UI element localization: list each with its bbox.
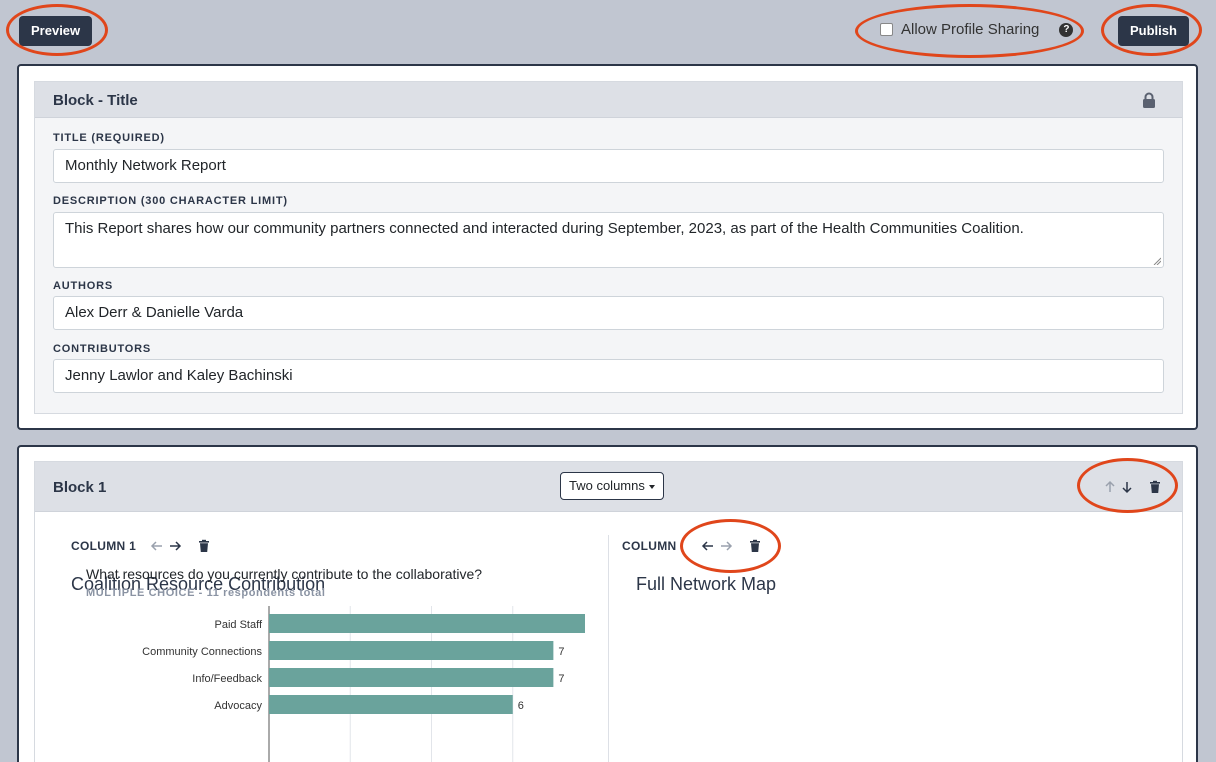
title-input[interactable]: Monthly Network Report [53, 149, 1164, 183]
allow-profile-sharing-checkbox[interactable] [880, 23, 893, 36]
chart-bar [269, 668, 554, 687]
block-1-heading: Block 1 [53, 479, 107, 496]
column-2-title: Full Network Map [636, 574, 777, 594]
column-2-move-left-icon[interactable] [701, 539, 715, 553]
allow-profile-sharing-label: Allow Profile Sharing [901, 21, 1040, 38]
title-label: TITLE (REQUIRED) [53, 132, 165, 144]
column-1-label: COLUMN 1 [71, 539, 137, 553]
title-block-panel: Block - Title TITLE (REQUIRED) Monthly N… [34, 81, 1183, 414]
chart-category-label: Community Connections [142, 646, 262, 658]
chart-bar [269, 641, 554, 660]
block-1-panel: Block 1 Two columns COLUMN 1 Coalition R… [34, 461, 1183, 762]
title-block: Block - Title TITLE (REQUIRED) Monthly N… [17, 64, 1198, 430]
block-1-header: Block 1 Two columns [35, 462, 1182, 512]
contributors-label: CONTRIBUTORS [53, 343, 152, 355]
publish-button[interactable]: Publish [1118, 16, 1189, 46]
authors-input[interactable]: Alex Derr & Danielle Varda [53, 296, 1164, 330]
resize-grip-icon[interactable] [1153, 257, 1161, 265]
column-1-trash-icon[interactable] [197, 539, 211, 553]
lock-icon [1143, 92, 1155, 108]
move-up-icon[interactable] [1103, 480, 1117, 494]
layout-select-value: Two columns [569, 478, 645, 493]
preview-button[interactable]: Preview [19, 16, 93, 46]
chevron-down-icon [648, 484, 655, 489]
column-2-trash-icon[interactable] [748, 539, 762, 553]
layout-select[interactable]: Two columns [560, 472, 664, 500]
description-text: This Report shares how our community par… [65, 220, 1024, 237]
chart-category-label: Advocacy [214, 700, 262, 712]
move-down-icon[interactable] [1120, 480, 1134, 494]
chart-category-label: Paid Staff [215, 619, 263, 631]
chart-category-label: Info/Feedback [192, 673, 262, 685]
move-left-icon[interactable] [150, 539, 164, 553]
chart-bar [269, 695, 513, 714]
column-divider [608, 535, 609, 762]
chart-value-label: 7 [558, 646, 564, 658]
contributors-input[interactable]: Jenny Lawlor and Kaley Bachinski [53, 359, 1164, 393]
authors-label: AUTHORS [53, 280, 113, 292]
trash-icon[interactable] [1148, 480, 1162, 494]
allow-profile-sharing[interactable]: Allow Profile Sharing ? [880, 21, 1074, 38]
move-right-icon[interactable] [168, 539, 182, 553]
resource-contribution-chart: Paid Staff8Community Connections7Info/Fe… [142, 606, 585, 762]
column-2-move-right-icon[interactable] [719, 539, 733, 553]
description-textarea[interactable]: This Report shares how our community par… [53, 212, 1164, 268]
block-1: Block 1 Two columns COLUMN 1 Coalition R… [17, 445, 1198, 762]
column-2-label: COLUMN [622, 539, 677, 553]
chart-meta: MULTIPLE CHOICE - 11 respondents total [86, 587, 326, 599]
chart-value-label: 6 [518, 700, 524, 712]
chart-bar [269, 614, 585, 633]
chart-question: What resources do you currently contribu… [86, 566, 483, 582]
title-block-heading: Block - Title [53, 92, 138, 109]
chart-value-label: 7 [558, 673, 564, 685]
description-label: DESCRIPTION (300 CHARACTER LIMIT) [53, 195, 288, 207]
title-block-header: Block - Title [35, 82, 1182, 118]
help-icon[interactable]: ? [1059, 22, 1074, 37]
